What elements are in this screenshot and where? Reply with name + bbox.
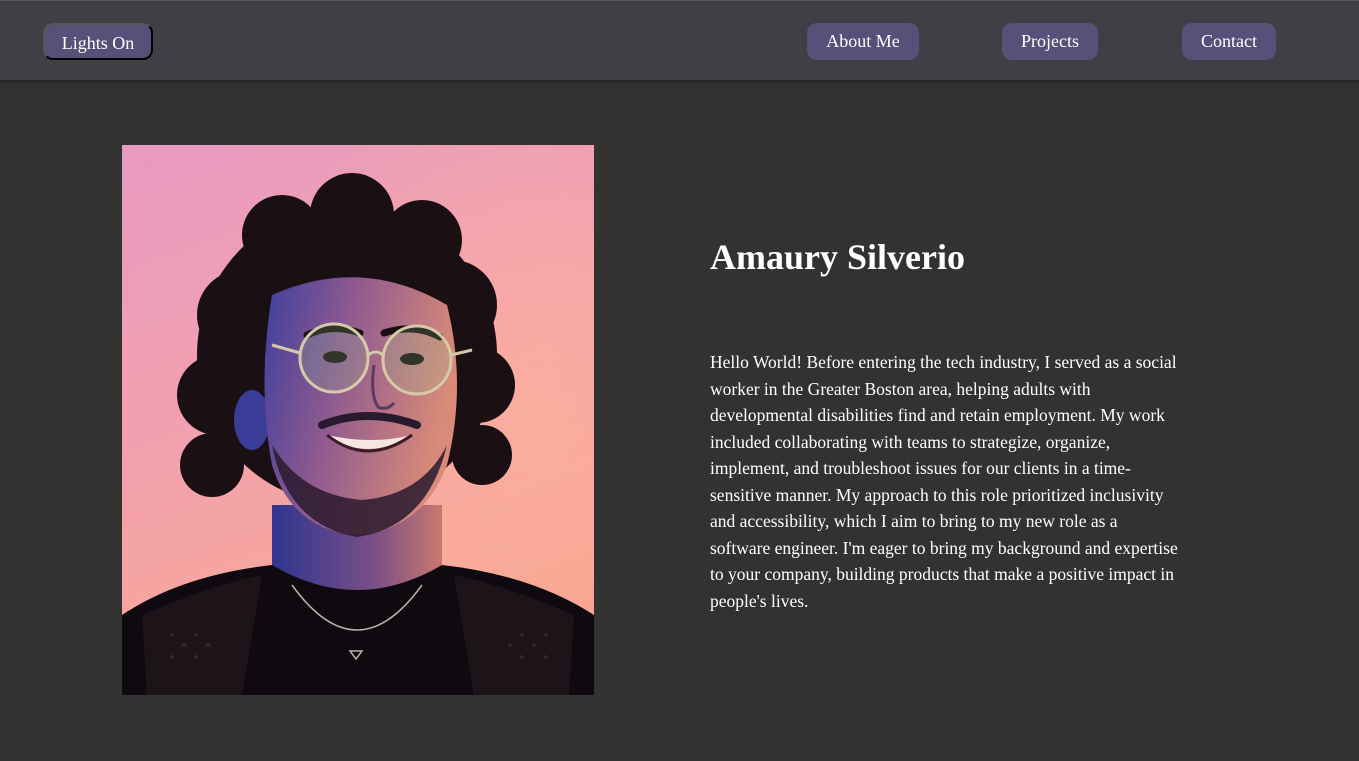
nav-link-about-me[interactable]: About Me: [807, 23, 919, 60]
nav-link-contact[interactable]: Contact: [1182, 23, 1276, 60]
profile-name: Amaury Silverio: [710, 237, 965, 277]
profile-photo: [122, 145, 594, 695]
nav-link-projects[interactable]: Projects: [1002, 23, 1098, 60]
lights-on-toggle-button[interactable]: Lights On: [43, 23, 153, 60]
top-navbar: Lights On About Me Projects Contact: [0, 0, 1359, 80]
profile-bio: Hello World! Before entering the tech in…: [710, 352, 1178, 611]
profile-photo-illustration: [122, 145, 594, 695]
